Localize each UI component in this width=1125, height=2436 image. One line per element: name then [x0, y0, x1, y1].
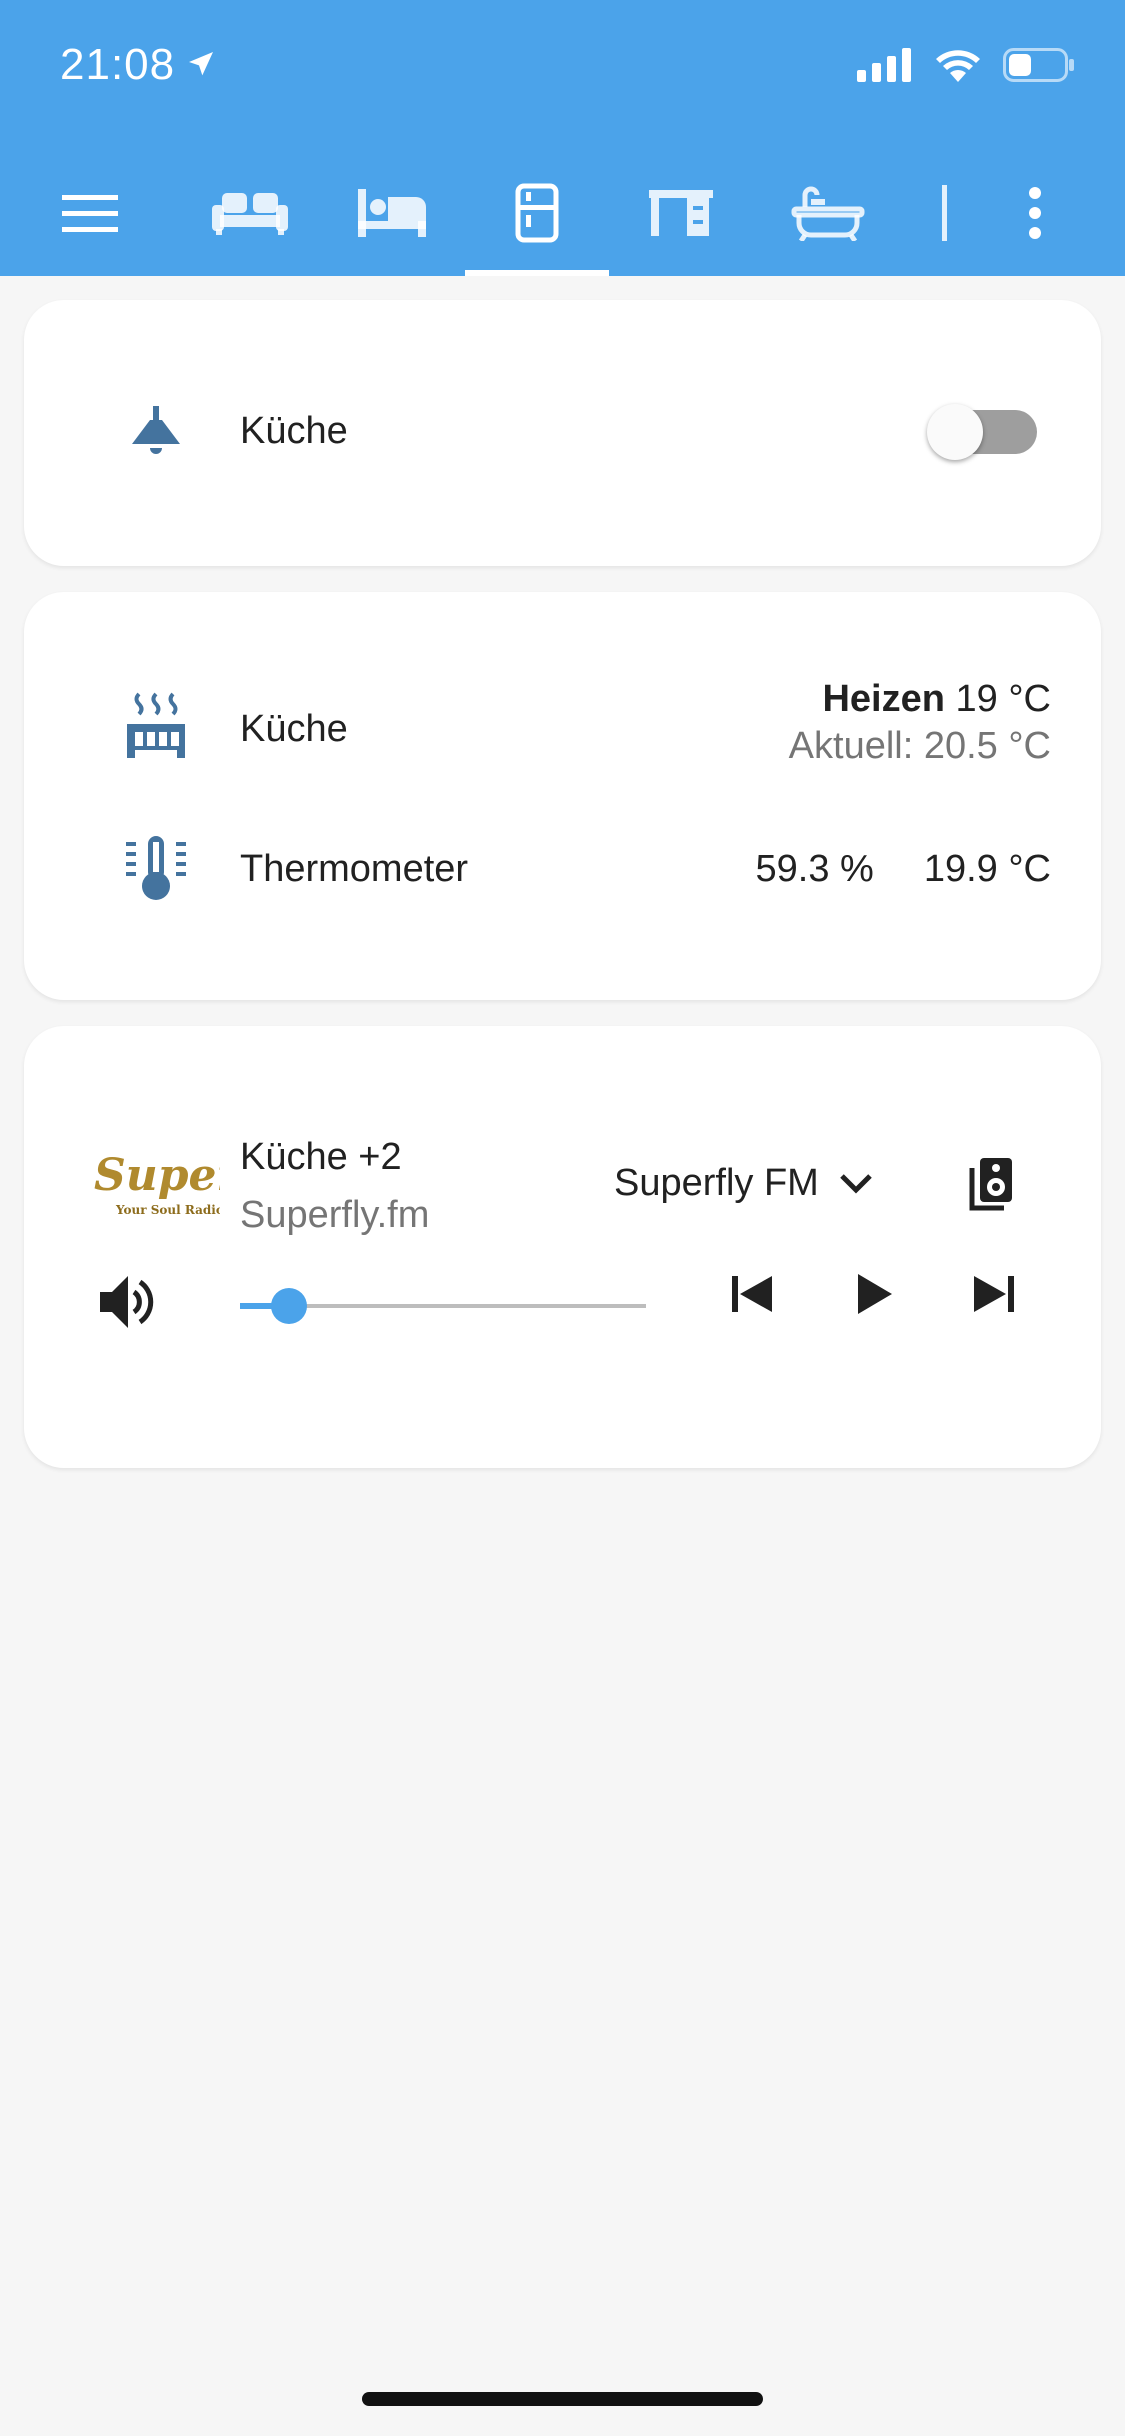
previous-track-button[interactable]: [730, 1272, 774, 1321]
logo-tagline: Your Soul Radio: [115, 1203, 220, 1217]
volume-button[interactable]: [100, 1274, 158, 1335]
volume-slider-thumb[interactable]: [270, 1288, 307, 1324]
location-arrow-icon: [185, 48, 217, 85]
media-player-card: Superfly Your Soul Radio Küche +2 Superf…: [24, 1026, 1101, 1468]
ceiling-light-icon: [96, 406, 216, 454]
light-toggle[interactable]: [927, 404, 1037, 460]
home-indicator: [362, 2392, 763, 2406]
desk-icon: [649, 190, 713, 236]
heater-state: Heizen 19 °C Aktuell: 20.5 °C: [789, 678, 1051, 768]
skip-next-icon: [974, 1276, 1014, 1312]
volume-icon: [100, 1276, 154, 1328]
play-button[interactable]: [854, 1272, 894, 1321]
light-row[interactable]: Küche: [24, 396, 1101, 468]
light-card: Küche: [24, 300, 1101, 566]
light-name: Küche: [240, 410, 348, 452]
thermometer-temperature: 19.9 °C: [923, 848, 1051, 890]
heater-name: Küche: [240, 708, 348, 750]
radiator-icon: [96, 690, 216, 760]
skip-previous-icon: [732, 1276, 772, 1312]
battery-icon: [1003, 48, 1074, 82]
toolbar-divider: [930, 150, 960, 276]
tab-bed[interactable]: [356, 150, 428, 276]
sofa-icon: [212, 193, 288, 235]
tab-desk[interactable]: [646, 150, 716, 276]
fridge-icon: [515, 183, 559, 243]
chevron-down-icon: [840, 1173, 872, 1194]
more-options-icon[interactable]: [1020, 150, 1050, 276]
signal-icon: [857, 48, 911, 82]
media-subtitle: Superfly.fm: [240, 1194, 430, 1236]
app-header: 21:08: [0, 0, 1125, 276]
status-bar: 21:08: [0, 0, 1125, 140]
status-time: 21:08: [60, 40, 176, 89]
toolbar: [0, 150, 1125, 276]
thermometer-name: Thermometer: [240, 848, 469, 890]
toggle-knob: [927, 404, 983, 460]
tab-bathtub[interactable]: [790, 150, 866, 276]
tab-fridge[interactable]: [505, 150, 569, 276]
source-select[interactable]: Superfly FM: [614, 1162, 873, 1205]
play-icon: [858, 1274, 892, 1314]
thermometer-row[interactable]: Thermometer 59.3 % 19.9 °C: [24, 828, 1101, 908]
thermometer-icon: [96, 834, 216, 902]
heater-mode: Heizen: [822, 678, 945, 720]
volume-slider[interactable]: [240, 1284, 646, 1328]
heater-target-line: Heizen 19 °C: [789, 678, 1051, 721]
status-indicators: [857, 48, 1075, 82]
bed-icon: [358, 189, 426, 237]
speaker-group-button[interactable]: [968, 1156, 1014, 1217]
speaker-group-icon: [969, 1158, 1012, 1211]
wifi-icon: [936, 50, 980, 82]
climate-card: Küche Heizen 19 °C Aktuell: 20.5 °C Ther…: [24, 592, 1101, 1000]
source-select-value: Superfly FM: [614, 1162, 819, 1204]
menu-icon[interactable]: [58, 150, 122, 276]
next-track-button[interactable]: [972, 1272, 1016, 1321]
active-tab-indicator: [465, 270, 609, 276]
media-title: Küche +2: [240, 1136, 402, 1178]
media-artwork-logo: Superfly Your Soul Radio: [90, 1134, 301, 1230]
heater-target: 19 °C: [955, 678, 1051, 720]
heater-current: Aktuell: 20.5 °C: [788, 725, 1051, 767]
heater-row[interactable]: Küche Heizen 19 °C Aktuell: 20.5 °C: [24, 676, 1101, 776]
bathtub-icon: [791, 186, 865, 241]
thermometer-values: 59.3 % 19.9 °C: [756, 848, 1051, 891]
logo-text: Superfly: [94, 1150, 220, 1201]
tab-sofa[interactable]: [210, 150, 290, 276]
thermometer-humidity: 59.3 %: [755, 848, 874, 890]
